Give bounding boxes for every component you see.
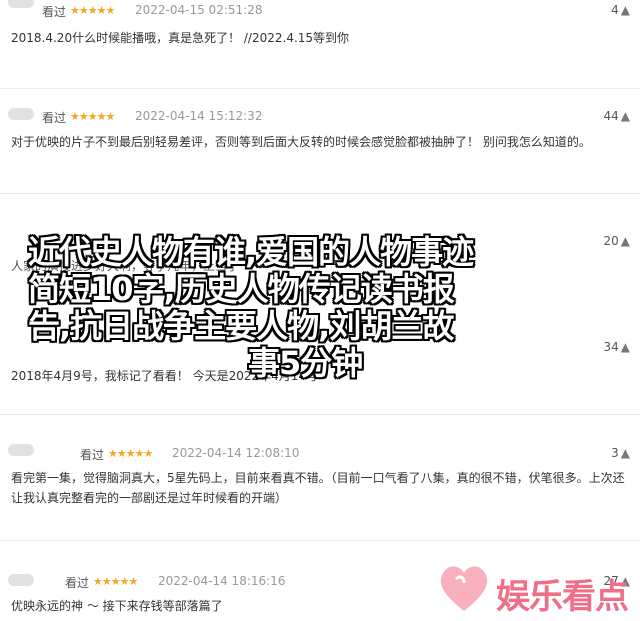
divider — [0, 88, 640, 89]
like-count[interactable]: 4 ▲ — [611, 3, 630, 17]
headline-line: 事5分钟 — [248, 344, 363, 382]
logo-text: 娱乐看点 — [496, 577, 629, 617]
review-text: 看完第一集，觉得脑洞真大，5星先码上，目前来看真不错。（目前一口气看了八集，真的… — [11, 471, 625, 505]
review-time: 2022-04-14 18:16:16 — [158, 574, 286, 588]
heart-icon — [440, 566, 488, 611]
review-time: 2022-04-14 15:12:32 — [135, 109, 263, 123]
thumbs-up-icon[interactable]: ▲ — [621, 446, 630, 460]
like-count[interactable]: 3 ▲ — [611, 446, 630, 460]
star-rating: ★★★★★ — [108, 447, 153, 460]
user-avatar[interactable] — [8, 108, 34, 120]
watch-status: 看过 — [42, 5, 67, 19]
review-text: 对于优映的片子不到最后别轻易差评，否则等到后面大反转的时候会感觉脸都被抽肿了！ … — [11, 135, 591, 149]
like-number: 4 — [611, 3, 619, 17]
headline-line: 简短10字,历史人物传记读书报 — [28, 270, 455, 308]
like-count[interactable]: 44 ▲ — [603, 109, 630, 123]
divider — [0, 193, 640, 194]
review-card: 看过 ★★★★★ 2022-04-15 02:51:28 4 ▲ 2018.4.2… — [0, 0, 640, 60]
star-rating: ★★★★★ — [70, 4, 115, 17]
headline-line: 告,抗日战争主要人物,刘胡兰故 — [28, 307, 454, 345]
watch-status: 看过 — [65, 576, 90, 590]
user-avatar[interactable] — [8, 574, 34, 586]
overlay-headline: 近代史人物有谁,爱国的人物事迹 简短10字,历史人物传记读书报 告,抗日战争主要… — [28, 234, 628, 382]
review-card: 看过 ★★★★★ 2022-04-14 12:08:10 3 ▲ 看完第一集，觉得… — [0, 440, 640, 520]
review-time: 2022-04-14 12:08:10 — [172, 446, 300, 460]
thumbs-up-icon[interactable]: ▲ — [621, 109, 630, 123]
thumbs-up-icon[interactable]: ▲ — [621, 3, 630, 17]
divider — [0, 414, 640, 415]
like-number: 3 — [611, 446, 619, 460]
watch-status: 看过 — [80, 448, 105, 462]
review-text: 2018.4.20什么时候能播哦，真是急死了！ //2022.4.15等到你 — [11, 31, 350, 45]
watermark-logo: 娱乐看点 — [430, 555, 640, 621]
review-card: 看过 ★★★★★ 2022-04-14 15:12:32 44 ▲ 对于优映的片子… — [0, 104, 640, 184]
watch-status: 看过 — [42, 111, 67, 125]
like-number: 44 — [603, 109, 619, 123]
star-rating: ★★★★★ — [70, 110, 115, 123]
headline-line: 近代史人物有谁,爱国的人物事迹 — [28, 233, 474, 271]
user-avatar[interactable] — [8, 444, 34, 456]
divider — [0, 540, 640, 541]
star-rating: ★★★★★ — [93, 575, 138, 588]
review-time: 2022-04-15 02:51:28 — [135, 3, 263, 17]
user-avatar[interactable] — [8, 0, 34, 8]
